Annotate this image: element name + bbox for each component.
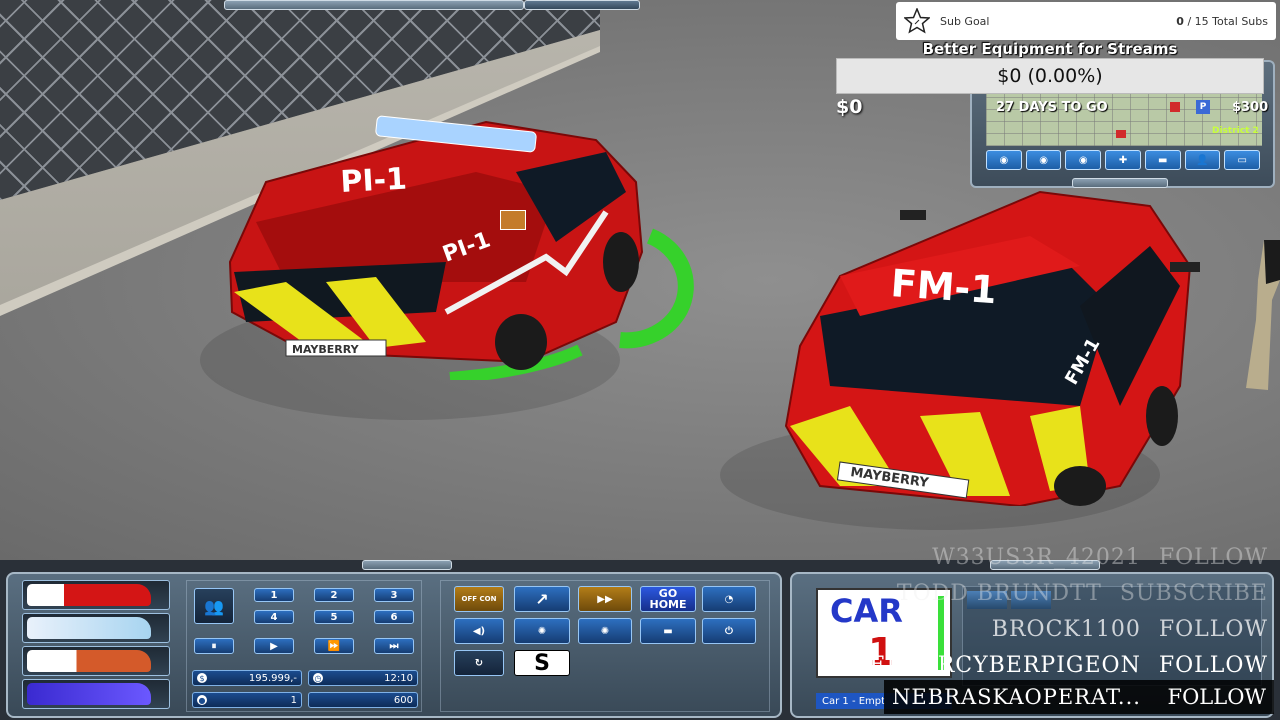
top-bar-tab xyxy=(224,0,524,10)
max-value: 600 xyxy=(393,694,413,706)
vehicle-slot[interactable] xyxy=(22,613,170,643)
time-stat: ◷ 12:10 xyxy=(308,670,418,686)
star-icon xyxy=(904,8,930,34)
follower-latest-action: FOLLOW xyxy=(1167,685,1266,709)
ambulance-recall-icon[interactable]: ↻ xyxy=(454,650,504,676)
play-button[interactable]: ▶ xyxy=(254,638,294,654)
car-roof-label: FM-1 xyxy=(889,261,998,312)
hose-icon[interactable]: ▬ xyxy=(1144,150,1181,170)
move-arrow-icon[interactable]: ↗ xyxy=(514,586,570,612)
pause-button[interactable]: ⏸ xyxy=(194,638,234,654)
car-roof-label: PI-1 xyxy=(340,162,408,200)
svg-text:MAYBERRY: MAYBERRY xyxy=(292,343,360,356)
follower-action: FOLLOW xyxy=(1158,617,1268,642)
max-stat: 600 xyxy=(308,692,418,708)
group-button-5[interactable]: 5 xyxy=(314,610,354,624)
district-label: District 2 xyxy=(1212,126,1259,136)
minimap-toggle[interactable] xyxy=(1072,178,1168,188)
minimap-toolbar: ◉ ◉ ◉ ✚ ▬ 👤 ▭ xyxy=(986,150,1261,170)
follower-alerts: W33US3R_42021 FOLLOW TODD BRUNDTT SUBSCRIB… xyxy=(868,540,1268,684)
vehicle-status-icon xyxy=(500,210,526,230)
follower-action: FOLLOW xyxy=(1158,653,1268,678)
vehicle-fm-1[interactable]: FM-1 FM-1 MAYBERRY xyxy=(780,186,1210,506)
score-value: 1 xyxy=(290,694,297,706)
power-icon[interactable]: ⏻ xyxy=(702,618,756,644)
follower-latest-name: NEBRASKAOPERAT... xyxy=(892,685,1141,709)
clock-icon: ◷ xyxy=(313,673,323,683)
go-home-button[interactable]: GO HOME xyxy=(640,586,696,612)
sub-goal-count: 0 / 15 Total Subs xyxy=(1176,15,1268,28)
sub-goal-label: Sub Goal xyxy=(940,14,990,28)
fast-forward-button[interactable]: ⏩ xyxy=(314,638,354,654)
vehicle-slot[interactable] xyxy=(22,646,170,676)
group-button-6[interactable]: 6 xyxy=(374,610,414,624)
follower-row: TODD BRUNDTT SUBSCRIBE xyxy=(868,576,1268,612)
group-button-1[interactable]: 1 xyxy=(254,588,294,602)
follower-latest: NEBRASKAOPERAT... FOLLOW xyxy=(884,680,1274,714)
money-value: 195.999,- xyxy=(248,672,297,684)
follower-action: FOLLOW xyxy=(1158,545,1268,570)
vehicle-slot[interactable] xyxy=(22,679,170,709)
view-icon[interactable]: ◉ xyxy=(1065,150,1102,170)
stop-command-button[interactable]: OFF CON xyxy=(454,586,504,612)
vehicle-pi-1[interactable]: PI-1 PI-1 MAYBERRY xyxy=(226,112,652,382)
sub-goal-total: / 15 Total Subs xyxy=(1187,14,1268,28)
vehicle-slot[interactable] xyxy=(22,580,170,610)
firefighter-character[interactable] xyxy=(1242,240,1280,390)
floodlight-icon[interactable]: ✺ xyxy=(578,618,632,644)
s-button[interactable]: S xyxy=(514,650,570,676)
map-money: $300 xyxy=(1232,100,1269,115)
parking-pin[interactable]: P xyxy=(1196,100,1210,114)
score-stat: ● 1 xyxy=(192,692,302,708)
hose-deploy-icon[interactable]: ▬ xyxy=(640,618,696,644)
vehicle-icon[interactable]: ▭ xyxy=(1224,150,1261,170)
time-value: 12:10 xyxy=(384,672,413,684)
hospital-pin[interactable] xyxy=(1116,130,1126,138)
follower-name: W33US3R_42021 xyxy=(932,545,1141,570)
group-button-2[interactable]: 2 xyxy=(314,588,354,602)
rescue-van-icon xyxy=(27,650,151,672)
sub-goal-widget: Sub Goal 0 / 15 Total Subs xyxy=(896,2,1276,40)
donation-raised: $0 xyxy=(836,96,863,118)
days-to-go: 27 DAYS TO GO xyxy=(996,100,1108,115)
group-button-3[interactable]: 3 xyxy=(374,588,414,602)
fire-engine-icon xyxy=(27,584,151,606)
follower-row: ELDERCYBERPIGEON FOLLOW xyxy=(868,648,1268,684)
score-icon: ● xyxy=(197,695,207,705)
follower-row: BROCK1100 FOLLOW xyxy=(868,612,1268,648)
donation-progress-bar: $0 (0.00%) xyxy=(836,58,1264,94)
money-icon: $ xyxy=(197,673,207,683)
hud-toggle[interactable] xyxy=(362,560,452,570)
speed-gauge-icon[interactable]: ◔ xyxy=(702,586,756,612)
skip-button[interactable]: ⏭ xyxy=(374,638,414,654)
follower-name: TODD BRUNDTT xyxy=(896,581,1102,606)
light-icon[interactable]: ✺ xyxy=(514,618,570,644)
ambulance-icon xyxy=(27,617,151,639)
vehicle-list xyxy=(22,580,170,712)
top-bar-toggle[interactable] xyxy=(524,0,640,10)
follower-row: W33US3R_42021 FOLLOW xyxy=(868,540,1268,576)
group-button-4[interactable]: 4 xyxy=(254,610,294,624)
escort-icon[interactable]: ▶▶ xyxy=(578,586,632,612)
view-icon[interactable]: ◉ xyxy=(1025,150,1062,170)
person-icon[interactable]: 👤 xyxy=(1184,150,1221,170)
incident-pin[interactable] xyxy=(1170,102,1180,112)
follower-name: BROCK1100 xyxy=(991,617,1141,642)
siren-icon[interactable]: ◀) xyxy=(454,618,504,644)
follower-action: SUBSCRIBE xyxy=(1119,581,1268,606)
sub-goal-current: 0 xyxy=(1176,14,1184,28)
follower-name: ELDERCYBERPIGEON xyxy=(869,653,1141,678)
donation-progress-text: $0 (0.00%) xyxy=(997,65,1103,87)
view-icon[interactable]: ◉ xyxy=(986,150,1022,170)
medical-icon[interactable]: ✚ xyxy=(1105,150,1141,170)
donation-goal-title: Better Equipment for Streams xyxy=(922,40,1178,58)
group-icon[interactable]: 👥 xyxy=(194,588,234,624)
money-stat: $ 195.999,- xyxy=(192,670,302,686)
police-car-icon xyxy=(27,683,151,705)
